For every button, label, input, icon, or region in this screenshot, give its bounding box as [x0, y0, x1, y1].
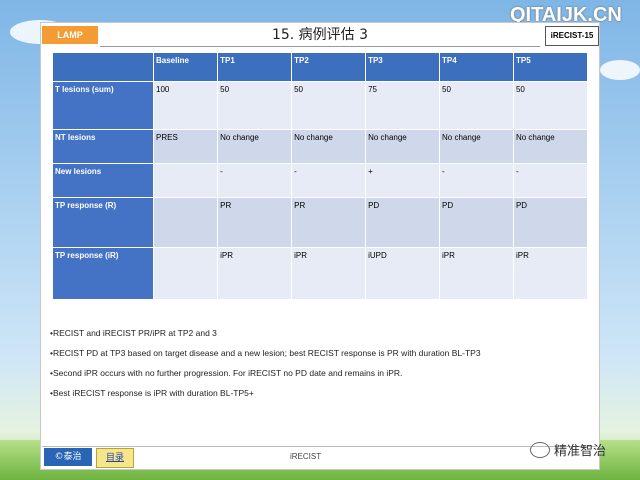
- table-header-cell: [52, 52, 154, 82]
- table-cell: +: [365, 163, 441, 198]
- table-cell: 50: [291, 81, 367, 130]
- note-item: •Second iPR occurs with no further progr…: [50, 368, 403, 378]
- table-row: T lesions (sum) 100 50 50 75 50 50: [52, 81, 589, 130]
- table-cell: iPR: [439, 247, 514, 300]
- table-cell: PD: [365, 197, 441, 248]
- wechat-brand-label: 精准智治: [554, 444, 607, 459]
- table-cell: No change: [291, 129, 367, 164]
- table-row: TP response (iR) iPR iPR iUPD iPR iPR: [52, 247, 589, 300]
- table-row: TP response (R) PR PR PD PD PD: [52, 197, 589, 248]
- table-cell: No change: [365, 129, 441, 164]
- row-label: T lesions (sum): [52, 81, 154, 130]
- table-cell: [152, 163, 219, 198]
- slide-title: 15. 病例评估 3: [100, 24, 540, 47]
- table-cell: iPR: [217, 247, 293, 300]
- table-header-cell: TP5: [512, 52, 589, 82]
- table-cell: iPR: [512, 247, 589, 300]
- table-cell: -: [512, 163, 589, 198]
- row-label: New lesions: [52, 163, 154, 198]
- table-header-row: Baseline TP1 TP2 TP3 TP4 TP5: [52, 52, 589, 82]
- lamp-label: LAMP: [42, 26, 98, 44]
- wechat-icon: [530, 441, 550, 458]
- table-cell: 50: [512, 81, 589, 130]
- table-cell: 75: [365, 81, 441, 130]
- footer-label: iRECIST: [290, 452, 322, 461]
- wechat-brand: 精准智治: [530, 440, 606, 459]
- table-cell: 50: [217, 81, 293, 130]
- footer-logo: ©泰治: [44, 448, 92, 466]
- table-header-cell: TP4: [439, 52, 514, 82]
- note-item: •Best iRECIST response is iPR with durat…: [50, 388, 254, 398]
- table-cell: -: [217, 163, 293, 198]
- table-cell: [152, 247, 219, 300]
- table-cell: iPR: [291, 247, 367, 300]
- table-cell: -: [291, 163, 367, 198]
- table-cell: -: [439, 163, 514, 198]
- table-row: NT lesions PRES No change No change No c…: [52, 129, 589, 164]
- table-header-cell: TP3: [365, 52, 441, 82]
- table-cell: [152, 197, 219, 248]
- table-cell: PR: [217, 197, 293, 248]
- table-cell: No change: [217, 129, 293, 164]
- row-label: NT lesions: [52, 129, 154, 164]
- table-cell: 50: [439, 81, 514, 130]
- slide-tag: iRECIST-15: [545, 26, 599, 46]
- table-cell: PR: [291, 197, 367, 248]
- table-cell: PRES: [152, 129, 219, 164]
- table-cell: 100: [152, 81, 219, 130]
- notes-list: •RECIST and iRECIST PR/iPR at TP2 and 3 …: [50, 328, 590, 408]
- cloud-decoration: [600, 60, 640, 80]
- note-item: •RECIST and iRECIST PR/iPR at TP2 and 3: [50, 328, 217, 338]
- table-header-cell: Baseline: [152, 52, 219, 82]
- table-cell: PD: [512, 197, 589, 248]
- table-row: New lesions - - + - -: [52, 163, 589, 198]
- table-cell: iUPD: [365, 247, 441, 300]
- table-header-cell: TP1: [217, 52, 293, 82]
- table-cell: PD: [439, 197, 514, 248]
- row-label: TP response (R): [52, 197, 154, 248]
- evaluation-table: Baseline TP1 TP2 TP3 TP4 TP5 T lesions (…: [52, 52, 589, 300]
- note-item: •RECIST PD at TP3 based on target diseas…: [50, 348, 481, 358]
- footer-divider: [42, 446, 598, 447]
- table-header-cell: TP2: [291, 52, 367, 82]
- table-cell: No change: [512, 129, 589, 164]
- table-cell: No change: [439, 129, 514, 164]
- toc-button[interactable]: 目录: [96, 448, 134, 468]
- row-label: TP response (iR): [52, 247, 154, 300]
